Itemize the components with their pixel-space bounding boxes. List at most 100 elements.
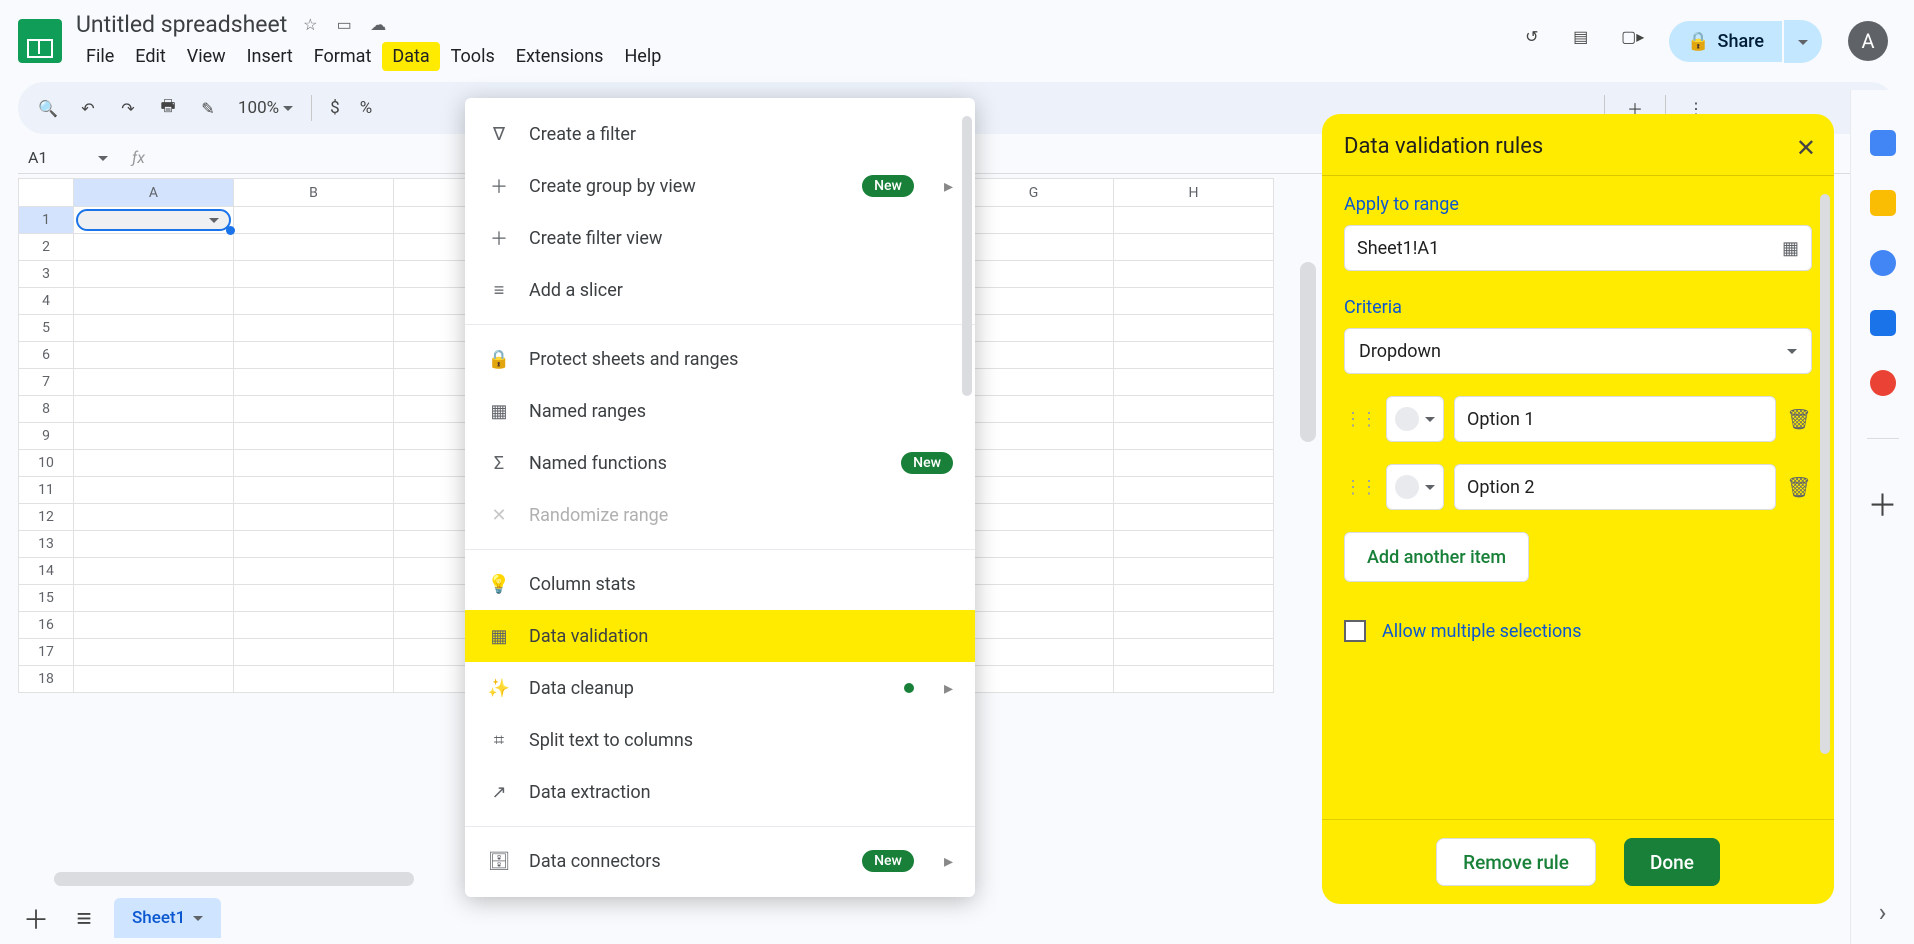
menu-format[interactable]: Format bbox=[304, 42, 382, 71]
cell[interactable] bbox=[1114, 639, 1274, 666]
cell[interactable] bbox=[1114, 666, 1274, 693]
row-header[interactable]: 3 bbox=[19, 261, 74, 288]
row-header[interactable]: 17 bbox=[19, 639, 74, 666]
undo-icon[interactable]: ↶ bbox=[70, 90, 106, 126]
menu-create-group-by-view[interactable]: ＋Create group by viewNew▸ bbox=[465, 160, 975, 212]
tasks-app-icon[interactable] bbox=[1870, 250, 1896, 276]
menu-protect[interactable]: 🔒Protect sheets and ranges bbox=[465, 333, 975, 385]
cell[interactable] bbox=[234, 396, 394, 423]
col-header-b[interactable]: B bbox=[234, 179, 394, 207]
currency-button[interactable]: $ bbox=[322, 90, 348, 126]
cell[interactable] bbox=[74, 585, 234, 612]
maps-app-icon[interactable] bbox=[1870, 370, 1896, 396]
cell[interactable] bbox=[954, 477, 1114, 504]
allow-multiple-checkbox[interactable] bbox=[1344, 620, 1366, 642]
row-header[interactable]: 5 bbox=[19, 315, 74, 342]
star-icon[interactable]: ☆ bbox=[299, 14, 321, 36]
cloud-icon[interactable]: ☁ bbox=[367, 14, 389, 36]
menu-help[interactable]: Help bbox=[614, 42, 671, 71]
row-header[interactable]: 1 bbox=[19, 207, 74, 234]
add-sheet-icon[interactable]: ＋ bbox=[18, 900, 54, 936]
cell[interactable] bbox=[74, 558, 234, 585]
menu-create-filter[interactable]: ∇Create a filter bbox=[465, 108, 975, 160]
cell[interactable] bbox=[234, 558, 394, 585]
drag-handle-icon[interactable]: ⋮⋮ bbox=[1344, 477, 1376, 498]
share-dropdown[interactable] bbox=[1784, 20, 1822, 63]
cell[interactable] bbox=[1114, 369, 1274, 396]
remove-rule-button[interactable]: Remove rule bbox=[1436, 838, 1596, 886]
cell[interactable] bbox=[234, 531, 394, 558]
done-button[interactable]: Done bbox=[1624, 838, 1720, 886]
cell[interactable] bbox=[1114, 288, 1274, 315]
panel-scrollbar[interactable] bbox=[1820, 194, 1830, 754]
cell[interactable] bbox=[234, 288, 394, 315]
menu-extraction[interactable]: ↗Data extraction bbox=[465, 766, 975, 818]
cell[interactable] bbox=[234, 423, 394, 450]
cell[interactable] bbox=[954, 396, 1114, 423]
menu-add-slicer[interactable]: ≡Add a slicer bbox=[465, 264, 975, 316]
contacts-app-icon[interactable] bbox=[1870, 310, 1896, 336]
row-header[interactable]: 14 bbox=[19, 558, 74, 585]
redo-icon[interactable]: ↷ bbox=[110, 90, 146, 126]
row-header[interactable]: 15 bbox=[19, 585, 74, 612]
cell[interactable] bbox=[1114, 504, 1274, 531]
row-header[interactable]: 7 bbox=[19, 369, 74, 396]
menu-insert[interactable]: Insert bbox=[237, 42, 303, 71]
cell[interactable] bbox=[1114, 558, 1274, 585]
cell[interactable] bbox=[234, 585, 394, 612]
row-header[interactable]: 2 bbox=[19, 234, 74, 261]
percent-button[interactable]: % bbox=[352, 90, 380, 126]
cell[interactable] bbox=[954, 612, 1114, 639]
menu-split[interactable]: ⌗Split text to columns bbox=[465, 714, 975, 766]
drag-handle-icon[interactable]: ⋮⋮ bbox=[1344, 409, 1376, 430]
share-button[interactable]: 🔒 Share bbox=[1669, 21, 1782, 62]
cell[interactable] bbox=[1114, 315, 1274, 342]
row-header[interactable]: 4 bbox=[19, 288, 74, 315]
select-all-corner[interactable] bbox=[19, 179, 74, 207]
cell[interactable] bbox=[954, 207, 1114, 234]
name-box[interactable]: A1 bbox=[18, 148, 118, 167]
calendar-app-icon[interactable] bbox=[1870, 130, 1896, 156]
account-avatar[interactable]: A bbox=[1848, 21, 1888, 61]
cell[interactable] bbox=[954, 369, 1114, 396]
cell[interactable] bbox=[234, 639, 394, 666]
cell[interactable] bbox=[234, 612, 394, 639]
row-header[interactable]: 10 bbox=[19, 450, 74, 477]
all-sheets-icon[interactable]: ≡ bbox=[66, 900, 102, 936]
cell[interactable] bbox=[74, 450, 234, 477]
menu-data[interactable]: Data bbox=[382, 42, 439, 71]
cell[interactable] bbox=[74, 288, 234, 315]
row-header[interactable]: 18 bbox=[19, 666, 74, 693]
range-input[interactable]: Sheet1!A1▦ bbox=[1344, 225, 1812, 271]
col-header-a[interactable]: A bbox=[74, 179, 234, 207]
collapse-rail-icon[interactable]: › bbox=[1879, 898, 1887, 928]
criteria-select[interactable]: Dropdown bbox=[1344, 328, 1812, 374]
menu-tools[interactable]: Tools bbox=[441, 42, 505, 71]
cell[interactable] bbox=[1114, 477, 1274, 504]
row-header[interactable]: 13 bbox=[19, 531, 74, 558]
move-icon[interactable]: ▭ bbox=[333, 14, 355, 36]
cell[interactable] bbox=[954, 585, 1114, 612]
cell[interactable] bbox=[954, 558, 1114, 585]
option-input-2[interactable]: Option 2 bbox=[1454, 464, 1776, 510]
cell[interactable] bbox=[1114, 531, 1274, 558]
cell[interactable] bbox=[954, 315, 1114, 342]
menu-data-cleanup[interactable]: ✨Data cleanup▸ bbox=[465, 662, 975, 714]
cell[interactable] bbox=[954, 666, 1114, 693]
grid-picker-icon[interactable]: ▦ bbox=[1782, 238, 1799, 259]
cell[interactable] bbox=[234, 477, 394, 504]
cell[interactable] bbox=[74, 504, 234, 531]
option-color-2[interactable] bbox=[1386, 464, 1444, 510]
cell[interactable] bbox=[954, 234, 1114, 261]
cell[interactable] bbox=[234, 315, 394, 342]
cell[interactable] bbox=[74, 531, 234, 558]
cell[interactable] bbox=[74, 477, 234, 504]
row-header[interactable]: 11 bbox=[19, 477, 74, 504]
delete-icon[interactable]: 🗑 bbox=[1786, 407, 1812, 431]
col-header-h[interactable]: H bbox=[1114, 179, 1274, 207]
cell[interactable] bbox=[954, 504, 1114, 531]
cell[interactable] bbox=[954, 423, 1114, 450]
history-icon[interactable]: ↺ bbox=[1525, 27, 1553, 55]
keep-app-icon[interactable] bbox=[1870, 190, 1896, 216]
row-header[interactable]: 6 bbox=[19, 342, 74, 369]
